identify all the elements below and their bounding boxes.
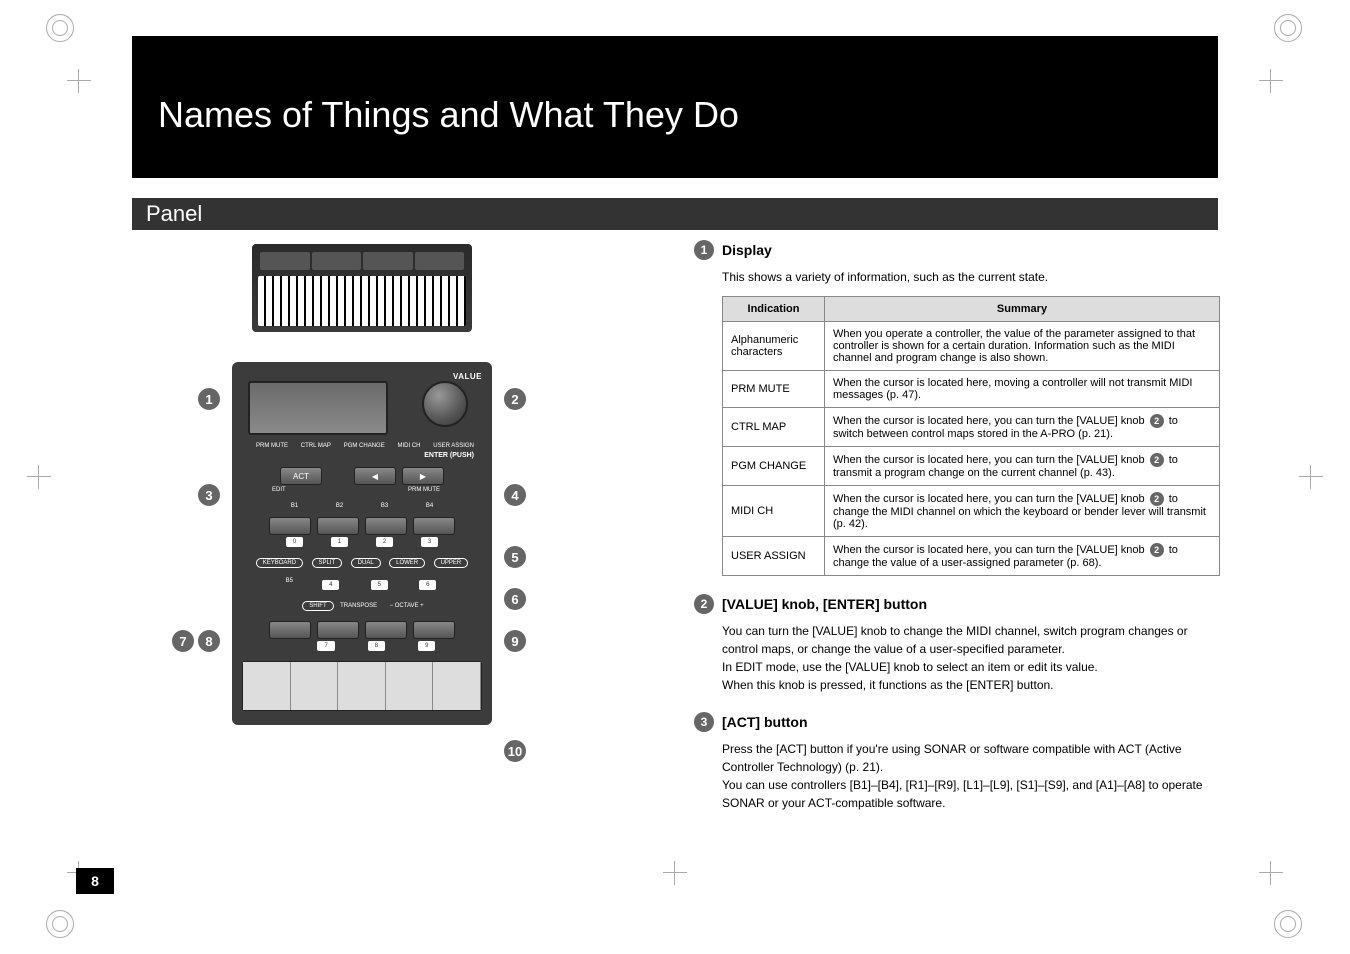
item-number-2: 2: [694, 594, 714, 614]
octave-minus-button: [365, 621, 407, 639]
crop-mark: [1296, 462, 1326, 492]
value-knob: [422, 381, 468, 427]
prm-mute-label: PRM MUTE: [408, 487, 440, 493]
control-panel-illustration: 1 2 3 4 5 6 7 8 9 10 VALUE PRM MUTE CTRL…: [232, 362, 492, 725]
enter-push-label: ENTER (PUSH): [242, 452, 482, 459]
cursor-right-button: ▶: [402, 467, 444, 485]
item-value-knob: 2 [VALUE] knob, [ENTER] button You can t…: [694, 594, 1214, 694]
item-title-value: [VALUE] knob, [ENTER] button: [722, 596, 927, 612]
item-desc-display: This shows a variety of information, suc…: [722, 268, 1214, 286]
item-number-3: 3: [694, 712, 714, 732]
crop-mark: [64, 66, 94, 96]
callout-7: 7: [172, 630, 194, 652]
b2-button: [317, 517, 359, 535]
callout-3: 3: [198, 484, 220, 506]
callout-1: 1: [198, 388, 220, 410]
cursor-labels: PRM MUTE CTRL MAP PGM CHANGE MIDI CH USE…: [242, 443, 482, 450]
value-label: VALUE: [242, 372, 482, 381]
callout-2: 2: [504, 388, 526, 410]
callout-9: 9: [504, 630, 526, 652]
page-title: Names of Things and What They Do: [158, 94, 739, 136]
b3-button: [365, 517, 407, 535]
keyboard-illustration: [252, 244, 472, 332]
shift-chip: SHIFT: [302, 601, 333, 611]
edit-label: EDIT: [272, 487, 286, 493]
item-title-act: [ACT] button: [722, 714, 808, 730]
keyboard-chip: KEYBOARD: [256, 558, 303, 568]
section-header: Panel: [132, 198, 1218, 230]
cursor-left-button: ◀: [354, 467, 396, 485]
indication-table: Indication Summary Alphanumeric characte…: [722, 296, 1220, 576]
shift-button: [269, 621, 311, 639]
print-mark-corner: [1274, 910, 1304, 940]
callout-5: 5: [504, 546, 526, 568]
act-button: ACT: [280, 467, 322, 485]
callout-10: 10: [504, 740, 526, 762]
callout-8: 8: [198, 630, 220, 652]
page-number: 8: [76, 868, 114, 894]
print-mark-corner: [1274, 14, 1304, 44]
crop-mark: [660, 858, 690, 888]
panel-display: [248, 381, 388, 435]
b4-button: [413, 517, 455, 535]
callout-4: 4: [504, 484, 526, 506]
piano-mini: [242, 661, 482, 711]
transpose-button: [317, 621, 359, 639]
print-mark-corner: [46, 14, 76, 44]
crop-mark: [1256, 858, 1286, 888]
b1-button: [269, 517, 311, 535]
callout-6: 6: [504, 588, 526, 610]
crop-mark: [24, 462, 54, 492]
item-display: 1 Display This shows a variety of inform…: [694, 240, 1214, 576]
descriptions-column: 1 Display This shows a variety of inform…: [694, 240, 1214, 830]
item-number-1: 1: [694, 240, 714, 260]
panel-diagram: 1 2 3 4 5 6 7 8 9 10 VALUE PRM MUTE CTRL…: [232, 244, 492, 725]
print-mark-corner: [46, 910, 76, 940]
crop-mark: [1256, 66, 1286, 96]
octave-plus-button: [413, 621, 455, 639]
item-title-display: Display: [722, 242, 772, 258]
item-desc-value: You can turn the [VALUE] knob to change …: [722, 622, 1214, 694]
item-desc-act: Press the [ACT] button if you're using S…: [722, 740, 1214, 812]
item-act-button: 3 [ACT] button Press the [ACT] button if…: [694, 712, 1214, 812]
